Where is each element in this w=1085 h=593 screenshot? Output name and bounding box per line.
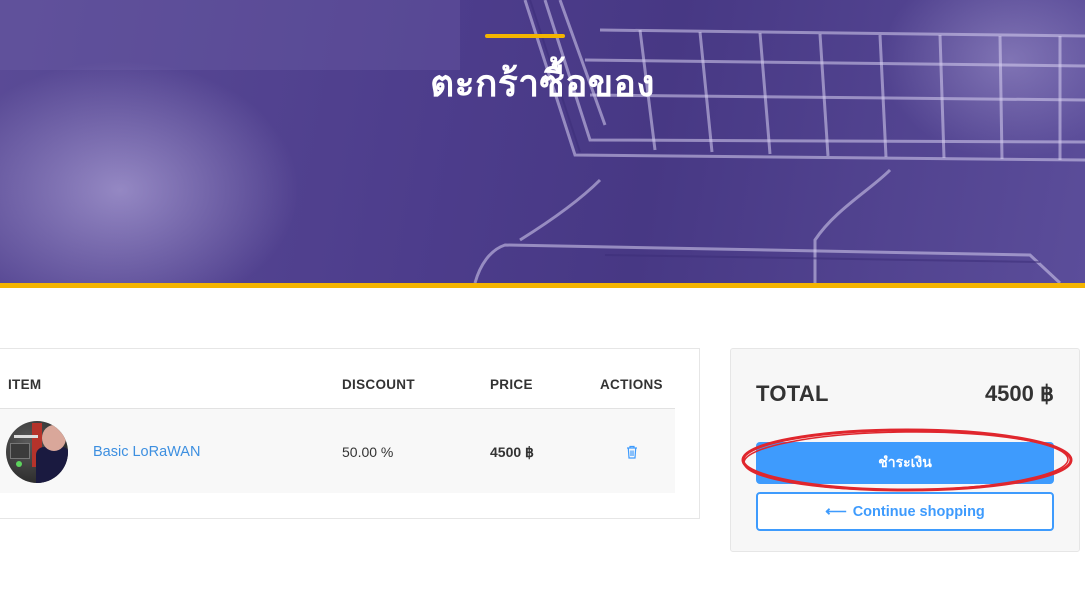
shopping-cart-background-image (473, 0, 1085, 283)
total-label: TOTAL (756, 381, 829, 406)
product-price: 4500 ฿ (490, 444, 534, 460)
total-value: 4500 ฿ (984, 381, 1054, 406)
checkout-button-label: ชำระเงิน (878, 455, 932, 471)
cart-table: ITEM DISCOUNT PRICE ACTIONS Basic LoRaWA… (0, 348, 700, 519)
column-header-discount: DISCOUNT (342, 377, 415, 392)
trash-icon[interactable] (626, 445, 638, 459)
product-discount: 50.00 % (342, 444, 394, 460)
checkout-button[interactable]: ชำระเงิน (756, 442, 1054, 484)
column-header-item: ITEM (8, 377, 42, 392)
column-header-actions: ACTIONS (600, 377, 663, 392)
cart-table-header: ITEM DISCOUNT PRICE ACTIONS (0, 349, 675, 409)
page-title: ตะกร้าซื้อของ (430, 62, 655, 105)
hero-accent-bar (485, 34, 565, 38)
arrow-left-icon: ⟵ (825, 503, 847, 520)
continue-shopping-button[interactable]: ⟵ Continue shopping (756, 492, 1054, 531)
product-thumbnail[interactable] (6, 421, 68, 483)
table-row: Basic LoRaWAN 50.00 % 4500 ฿ (0, 409, 675, 493)
order-summary: TOTAL 4500 ฿ ชำระเงิน ⟵ Continue shoppin… (730, 348, 1080, 552)
hero-banner: ตะกร้าซื้อของ (0, 0, 1085, 283)
hero-bottom-border (0, 283, 1085, 288)
continue-shopping-label: Continue shopping (852, 503, 985, 520)
column-header-price: PRICE (490, 377, 533, 392)
product-name-link[interactable]: Basic LoRaWAN (93, 444, 200, 460)
